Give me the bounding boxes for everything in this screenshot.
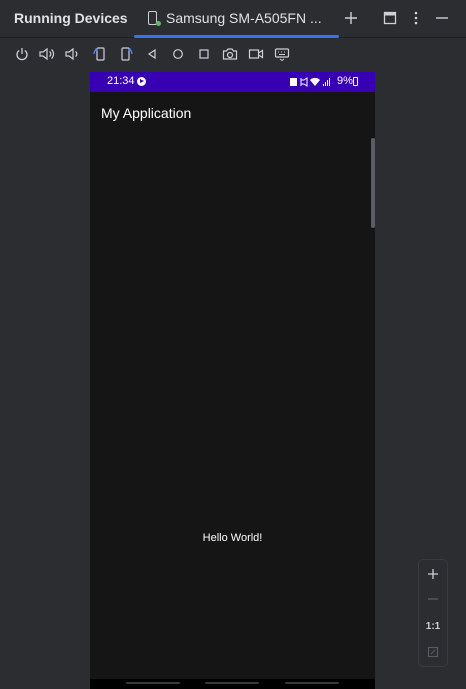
minimize-button[interactable] <box>430 6 454 30</box>
plus-icon <box>428 569 438 579</box>
power-icon <box>16 48 28 61</box>
nav-indicator <box>285 682 339 684</box>
screen-record-button[interactable] <box>246 44 266 64</box>
zoom-out-button[interactable] <box>419 587 447 611</box>
more-vertical-icon <box>414 11 418 25</box>
home-circle-icon <box>173 49 183 59</box>
nav-indicator <box>205 682 259 684</box>
volume-up-button[interactable] <box>37 44 57 64</box>
tab-device[interactable]: Samsung SM-A505FN ... <box>134 0 340 38</box>
hello-text: Hello World! <box>202 532 263 544</box>
tool-window-header: Running Devices Samsung SM-A505FN ... <box>0 0 466 38</box>
vertical-scrollbar[interactable] <box>371 138 375 228</box>
battery-icon <box>353 77 358 86</box>
plus-icon <box>345 12 357 24</box>
window-icon <box>383 11 397 25</box>
rotate-right-button[interactable] <box>116 44 136 64</box>
video-camera-icon <box>248 49 264 59</box>
battery-percent: 9% <box>337 75 353 87</box>
power-button[interactable] <box>12 44 32 64</box>
back-triangle-icon <box>147 48 156 60</box>
minus-icon <box>428 598 438 600</box>
volume-up-icon <box>39 47 55 61</box>
navigation-bar <box>90 679 375 689</box>
nav-indicator <box>126 682 180 684</box>
volume-down-button[interactable] <box>62 44 82 64</box>
overview-button[interactable] <box>194 44 214 64</box>
actual-size-label: 1:1 <box>425 620 441 632</box>
alarm-icon <box>290 78 297 86</box>
minus-icon <box>436 17 448 19</box>
status-icons <box>290 77 330 87</box>
online-indicator <box>156 21 161 26</box>
options-button[interactable] <box>404 6 428 30</box>
zoom-in-button[interactable] <box>419 562 447 586</box>
app-bar: My Application <box>90 92 375 132</box>
status-bar: 21:34 9% <box>90 72 375 92</box>
device-toolbar <box>0 38 466 70</box>
tab-device-label: Samsung SM-A505FN ... <box>166 10 322 26</box>
media-play-icon <box>137 77 146 86</box>
fit-screen-button[interactable] <box>419 640 447 664</box>
actual-size-button[interactable]: 1:1 <box>419 614 447 638</box>
screenshot-button[interactable] <box>220 44 240 64</box>
back-button[interactable] <box>142 44 162 64</box>
rotate-right-icon <box>121 47 133 61</box>
app-title: My Application <box>101 105 192 121</box>
home-button[interactable] <box>168 44 188 64</box>
camera-icon <box>222 48 238 60</box>
window-mode-button[interactable] <box>378 6 402 30</box>
volume-down-icon <box>65 47 78 61</box>
signal-icon <box>323 78 330 86</box>
add-tab-button[interactable] <box>339 6 363 30</box>
fit-screen-icon <box>427 646 439 658</box>
zoom-controls: 1:1 <box>418 559 448 667</box>
keyboard-icon <box>274 48 290 61</box>
wifi-icon <box>310 77 320 86</box>
keyboard-button[interactable] <box>272 44 292 64</box>
panel-title: Running Devices <box>14 10 128 26</box>
mute-icon <box>300 77 308 87</box>
rotate-left-button[interactable] <box>90 44 110 64</box>
overview-square-icon <box>199 49 209 59</box>
rotate-left-icon <box>93 47 105 61</box>
device-screen[interactable]: 21:34 9% My Application Hello World! <box>90 72 375 689</box>
status-time: 21:34 <box>107 75 135 87</box>
